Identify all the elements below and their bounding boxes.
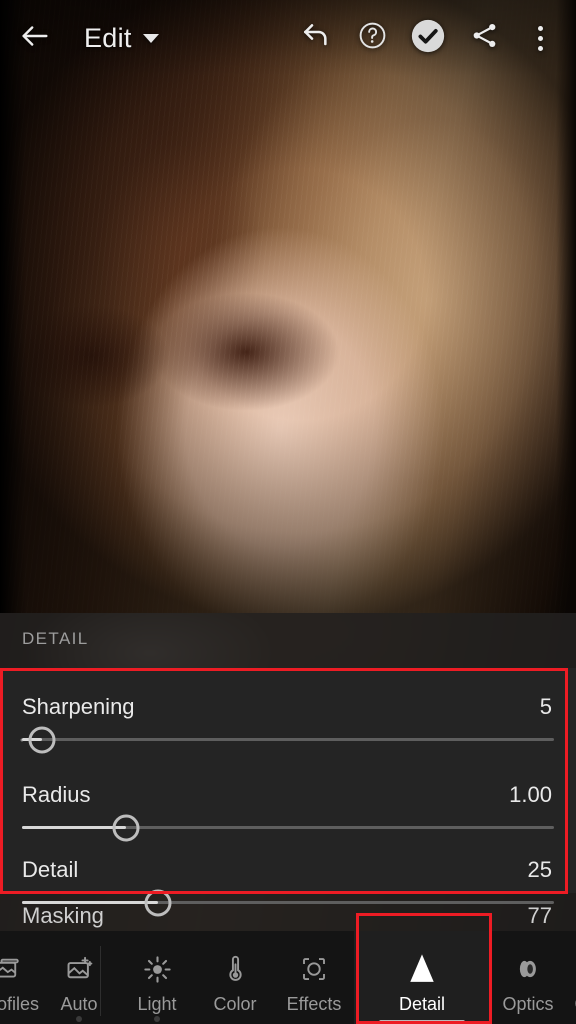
auto-icon bbox=[64, 949, 95, 989]
tab-profiles[interactable]: Profiles bbox=[0, 931, 40, 1024]
profiles-icon bbox=[0, 949, 24, 989]
optics-icon bbox=[512, 949, 544, 989]
lightroom-edit-screen: Edit DETAIL Sharpening 5 Radius 1.00 Det… bbox=[0, 0, 576, 1024]
back-button[interactable] bbox=[8, 11, 62, 65]
top-toolbar: Edit bbox=[0, 0, 576, 76]
detail-icon bbox=[400, 949, 444, 989]
detail-sliders-group: Sharpening 5 Radius 1.00 Detail 25 bbox=[0, 668, 576, 916]
slider-label-radius: Radius bbox=[22, 782, 91, 807]
slider-track-sharpening[interactable] bbox=[20, 726, 554, 753]
photo-preview[interactable] bbox=[0, 0, 576, 614]
slider-value-detail: 25 bbox=[527, 857, 552, 882]
tab-light[interactable]: Light bbox=[118, 931, 196, 1024]
color-icon bbox=[220, 949, 251, 989]
caret-down-icon bbox=[142, 33, 159, 43]
slider-label-detail: Detail bbox=[22, 857, 79, 882]
done-button[interactable] bbox=[402, 12, 454, 64]
slider-value-masking: 77 bbox=[527, 903, 552, 928]
tab-auto[interactable]: Auto bbox=[40, 931, 118, 1024]
slider-value-radius: 1.00 bbox=[509, 782, 552, 807]
photo-left-edge bbox=[0, 0, 26, 614]
edit-mode-dropdown[interactable]: Edit bbox=[84, 23, 159, 54]
light-icon bbox=[142, 949, 173, 989]
page-title: Edit bbox=[84, 22, 132, 53]
slider-label-sharpening: Sharpening bbox=[22, 694, 135, 719]
slider-thumb-detail[interactable] bbox=[144, 889, 172, 916]
tab-label-optics: Optics bbox=[502, 994, 554, 1014]
tab-color[interactable]: Color bbox=[196, 931, 274, 1024]
effects-icon bbox=[299, 949, 329, 989]
help-button[interactable] bbox=[346, 12, 398, 64]
panel-section-title: DETAIL bbox=[22, 629, 89, 648]
arrow-left-icon bbox=[18, 19, 52, 58]
tab-label-auto: Auto bbox=[60, 994, 98, 1014]
tab-label-light: Light bbox=[137, 994, 177, 1014]
check-icon bbox=[409, 17, 447, 60]
photo-right-edge bbox=[556, 0, 576, 614]
detail-adjustments-panel: DETAIL Sharpening 5 Radius 1.00 Detail 2… bbox=[0, 613, 576, 931]
slider-value-sharpening: 5 bbox=[539, 694, 552, 719]
tab-optics[interactable]: Optics bbox=[490, 931, 566, 1024]
tab-label-profiles: Profiles bbox=[0, 994, 40, 1014]
undo-button[interactable] bbox=[290, 12, 342, 64]
tab-label-color: Color bbox=[213, 994, 257, 1014]
slider-thumb-sharpening[interactable] bbox=[28, 726, 56, 753]
tab-label-detail: Detail bbox=[398, 994, 446, 1014]
tab-detail[interactable]: Detail bbox=[354, 931, 490, 1024]
tab-indicator-light bbox=[154, 1016, 160, 1022]
slider-thumb-radius[interactable] bbox=[112, 814, 140, 841]
slider-fill-radius bbox=[22, 826, 126, 829]
slider-track-radius[interactable] bbox=[22, 814, 554, 841]
help-icon bbox=[357, 20, 388, 56]
undo-icon bbox=[300, 20, 332, 57]
share-icon bbox=[469, 20, 500, 56]
tab-effects[interactable]: Effects bbox=[274, 931, 354, 1024]
photo-vignette bbox=[0, 0, 576, 614]
tab-active-indicator bbox=[379, 1020, 465, 1024]
tab-geometry[interactable]: Geometry bbox=[566, 931, 576, 1024]
bottom-tab-bar: Profiles Auto Light bbox=[0, 931, 576, 1024]
top-toolbar-actions bbox=[290, 12, 576, 64]
more-options-button[interactable] bbox=[514, 12, 566, 64]
tab-label-effects: Effects bbox=[286, 994, 342, 1014]
tab-indicator-auto bbox=[76, 1016, 82, 1022]
slider-label-masking: Masking bbox=[22, 903, 104, 928]
more-icon bbox=[537, 25, 543, 51]
share-button[interactable] bbox=[458, 12, 510, 64]
